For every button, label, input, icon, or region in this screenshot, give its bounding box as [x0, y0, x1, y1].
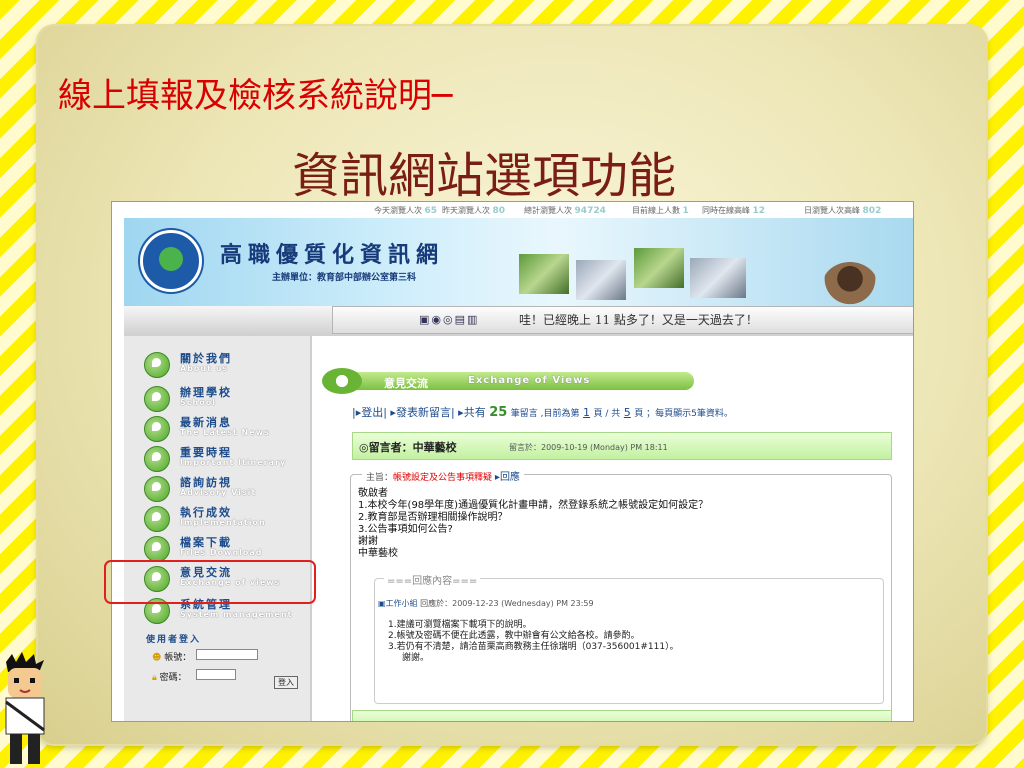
section-title: 意見交流 [384, 377, 428, 390]
main-content: 意見交流 Exchange of Views |▸登出| ▸發表新留言| ▸共有… [312, 336, 913, 721]
leaf-icon [144, 416, 170, 442]
caret-icon: |▸ [352, 406, 362, 419]
account-input[interactable] [196, 649, 258, 660]
reply-author: 工作小組 [385, 599, 418, 608]
stat-yesterday: 昨天瀏覽人次 80 [442, 206, 506, 216]
post-body: 敬啟者 1.本校今年(98學年度)通過優質化計畫申請，然登錄系統之帳號設定如何設… [358, 488, 709, 559]
account-row: ☻ 帳號： [152, 649, 258, 663]
leaf-icon [144, 352, 170, 378]
ministry-logo-icon [140, 230, 202, 292]
banner-photo-icon [634, 248, 684, 288]
leaf-icon [144, 446, 170, 472]
nav-item-implementation[interactable]: 執行成效 Implementation [144, 504, 314, 532]
reply-link[interactable]: ▸回應 [495, 472, 520, 483]
pager-bar: |▸登出| ▸發表新留言| ▸共有 25 筆留言 ,目前為第 1 頁 / 共 5… [352, 405, 733, 420]
left-sidebar: 關於我們 About us 辦理學校 School 最新消息 The Lates… [124, 336, 312, 721]
post-count: 25 [489, 405, 508, 420]
reply-body: 1.建議可瀏覽檔案下載項下的說明。 2.帳號及密碼不便在此透露，教中辦會有公文給… [388, 620, 679, 663]
password-row: 🔒︎ 密碼： 登入 [152, 669, 298, 689]
next-post-header [352, 710, 892, 721]
site-title: 高職優質化資訊網 [220, 242, 445, 268]
login-heading: 使用者登入 [146, 635, 202, 645]
account-label: 帳號： [164, 653, 192, 663]
password-input[interactable] [196, 669, 236, 680]
leaf-icon [144, 536, 170, 562]
post-author: ◎留言者：中華藝校 [359, 441, 457, 454]
marquee-bar: ▣◉◎▤▥ 哇！已經晚上 11 點多了！又是一天過去了！ [332, 306, 913, 334]
leaf-icon [144, 476, 170, 502]
chat-bubble-icon [322, 368, 362, 394]
banner-photo-icon [576, 260, 626, 300]
banner-photo-icon [690, 258, 746, 298]
stat-online: 目前線上人數 1 [632, 206, 689, 216]
login-button[interactable]: 登入 [274, 676, 298, 689]
nav-item-school[interactable]: 辦理學校 School [144, 384, 314, 412]
total-pages[interactable]: 5 [624, 406, 631, 419]
stat-peak-daily: 日瀏覽人次高峰 802 [804, 206, 882, 216]
user-icon: ☻ [152, 653, 162, 663]
banner-photo-icon [519, 254, 569, 294]
visitor-stats: 今天瀏覽人次 65 昨天瀏覽人次 80 總計瀏覽人次 94724 目前線上人數 … [112, 202, 913, 218]
stat-peak-online: 同時在線高峰 12 [702, 206, 766, 216]
new-post-link[interactable]: 發表新留言 [396, 406, 451, 419]
post-time: 留言於：2009-10-19 (Monday) PM 18:11 [509, 443, 668, 452]
lock-icon: 🔒︎ [152, 673, 157, 683]
nav-item-itinerary[interactable]: 重要時程 Important Itinerary [144, 444, 314, 472]
reply-time: 回應於：2009-12-23 (Wednesday) PM 23:59 [420, 599, 594, 608]
section-header: 意見交流 Exchange of Views [324, 372, 694, 390]
stat-today: 今天瀏覽人次 65 [374, 206, 438, 216]
site-toolbar: ▣◉◎▤▥ 哇！已經晚上 11 點多了！又是一天過去了！ [124, 306, 913, 337]
nav-item-about[interactable]: 關於我們 About us [144, 350, 314, 378]
banner-person-icon [822, 262, 878, 310]
reply-author-icon: ▣ [378, 599, 386, 608]
reply-legend: ===回應內容=== [384, 572, 481, 587]
highlight-box [104, 560, 316, 604]
marquee-text: 哇！已經晚上 11 點多了！又是一天過去了！ [519, 313, 758, 327]
leaf-icon [144, 506, 170, 532]
nav-item-advisory[interactable]: 諮詢訪視 Advisory Visit [144, 474, 314, 502]
reply-meta: ▣工作小組 回應於：2009-12-23 (Wednesday) PM 23:5… [378, 598, 594, 609]
login-panel: 使用者登入 ☻ 帳號： 🔒︎ 密碼： 登入 [146, 632, 304, 696]
topic-text: 帳號設定及公告事項釋疑 [393, 473, 493, 483]
nav-item-download[interactable]: 檔案下載 Files Download [144, 534, 314, 562]
logout-link[interactable]: 登出 [361, 406, 383, 419]
leaf-icon [144, 386, 170, 412]
slide-title-line1: 線上填報及檢核系統說明─ [58, 76, 453, 116]
website-screenshot: 今天瀏覽人次 65 昨天瀏覽人次 80 總計瀏覽人次 94724 目前線上人數 … [111, 201, 914, 722]
mascot-icon [5, 652, 45, 764]
nav-item-news[interactable]: 最新消息 The Latest News [144, 414, 314, 442]
password-label: 密碼： [159, 673, 187, 683]
toolbar-icons[interactable]: ▣◉◎▤▥ [419, 313, 479, 326]
site-banner: 高職優質化資訊網 主辦單位：教育部中部辦公室第三科 [124, 218, 913, 310]
slide-title-line2: 資訊網站選項功能 [292, 148, 677, 204]
stat-total: 總計瀏覽人次 94724 [524, 206, 606, 216]
site-subtitle: 主辦單位：教育部中部辦公室第三科 [272, 273, 417, 283]
post-topic: 主旨：帳號設定及公告事項釋疑 ▸回應 [362, 468, 524, 483]
current-page[interactable]: 1 [583, 406, 590, 419]
post-header: ◎留言者：中華藝校 留言於：2009-10-19 (Monday) PM 18:… [352, 432, 892, 460]
section-title-en: Exchange of Views [468, 375, 591, 386]
